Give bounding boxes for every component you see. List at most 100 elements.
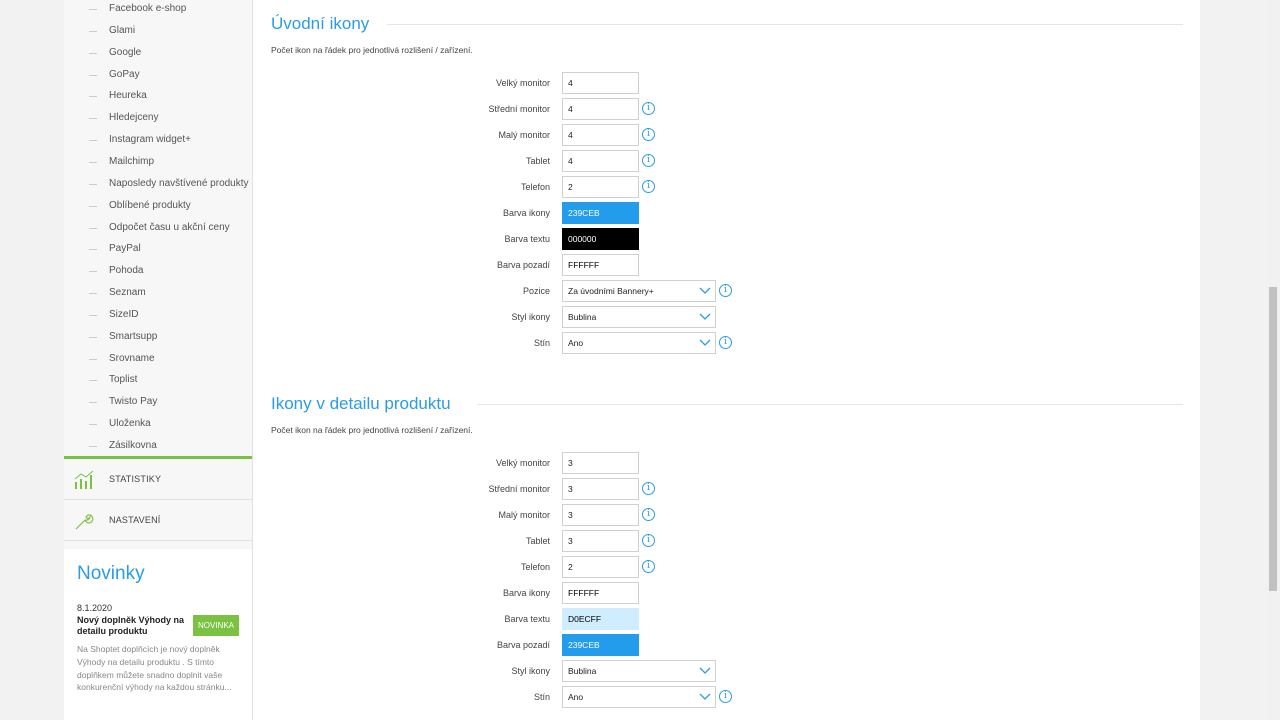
info-icon[interactable]: i [719,284,732,297]
text-input[interactable]: 3 [562,530,639,552]
sidebar-item[interactable]: Pohoda [64,263,252,285]
nav-label: NASTAVENÍ [109,515,161,525]
text-input[interactable]: 3 [562,478,639,500]
text-input[interactable]: 3 [562,504,639,526]
sidebar-item[interactable]: Hledejceny [64,110,252,132]
tree-dash [89,293,97,295]
info-icon[interactable]: i [642,154,655,167]
sidebar-item[interactable]: SizeID [64,307,252,329]
select-field[interactable]: Za úvodními Bannery+ [562,280,716,302]
nav-statistiky[interactable]: STATISTIKY [64,459,252,500]
tree-dash [89,205,97,207]
tree-dash [89,336,97,338]
tree-dash [89,96,97,98]
tree-dash [89,227,97,229]
chevron-down-icon [699,667,711,674]
color-input[interactable]: D0ECFF [562,608,639,630]
news-headline[interactable]: Nový doplněk Výhody na detailu produktu [77,615,187,637]
text-input[interactable]: 4 [562,72,639,94]
sidebar-item[interactable]: Twisto Pay [64,394,252,416]
tree-dash [89,161,97,163]
info-icon[interactable]: i [642,128,655,141]
select-field[interactable]: Ano [562,686,716,708]
info-icon[interactable]: i [719,690,732,703]
color-input[interactable]: 000000 [562,228,639,250]
sidebar-item-label: Instagram widget+ [109,134,191,146]
wrench-icon [75,514,94,530]
info-icon[interactable]: i [642,560,655,573]
field-label: Telefon [520,562,550,572]
sidebar-item-label: Hledejceny [109,112,159,124]
nav-nastaveni[interactable]: NASTAVENÍ [64,500,252,541]
sidebar-item-label: PayPal [109,243,141,255]
chevron-down-icon [699,287,711,294]
text-input[interactable]: 3 [562,452,639,474]
field-label: Barva pozadí [496,640,550,650]
info-icon[interactable]: i [642,508,655,521]
text-input[interactable]: 4 [562,98,639,120]
field-label: Velký monitor [495,458,550,468]
sidebar-item[interactable]: GoPay [64,67,252,89]
section-divider [387,24,1183,25]
tree-dash [89,358,97,360]
tree-dash [89,30,97,32]
sidebar-item-label: Srovname [109,352,155,364]
field-label: Styl ikony [511,312,550,322]
sidebar-item[interactable]: Instagram widget+ [64,132,252,154]
sidebar-item-label: Naposledy navštívené produkty [109,177,249,189]
info-icon[interactable]: i [642,102,655,115]
news-badge: NOVINKA [193,615,239,636]
color-input[interactable]: 239CEB [562,202,639,224]
sidebar-item-label: GoPay [109,68,140,80]
text-input[interactable]: 2 [562,176,639,198]
sidebar-item[interactable]: Facebook e-shop [64,1,252,23]
select-field[interactable]: Ano [562,332,716,354]
sidebar-item[interactable]: Glami [64,23,252,45]
sidebar-item[interactable]: Naposledy navštívené produkty [64,176,252,198]
field-label: Barva ikony [502,208,550,218]
scrollbar-thumb[interactable] [1269,287,1277,591]
field-label: Barva pozadí [496,260,550,270]
sidebar-item[interactable]: Uloženka [64,416,252,438]
field-label: Stín [533,692,550,702]
sidebar-item[interactable]: Oblíbené produkty [64,198,252,220]
chevron-down-icon [699,693,711,700]
news-box: Novinky 8.1.2020 Nový doplněk Výhody na … [64,549,252,720]
sidebar-item[interactable]: PayPal [64,241,252,263]
field-label: Styl ikony [511,666,550,676]
select-field[interactable]: Bublina [562,306,716,328]
sidebar-item[interactable]: Mailchimp [64,154,252,176]
tree-dash [89,446,97,447]
sidebar-item-label: Mailchimp [109,155,155,167]
info-icon[interactable]: i [642,534,655,547]
field-label: Pozice [522,286,550,296]
sidebar-item-label: Odpočet času u akční ceny [109,221,230,233]
sidebar-item[interactable]: Srovname [64,351,252,373]
sidebar-item[interactable]: Odpočet času u akční ceny [64,220,252,242]
info-icon[interactable]: i [642,482,655,495]
section-divider [477,404,1183,405]
select-field[interactable]: Bublina [562,660,716,682]
chevron-down-icon [699,313,711,320]
color-input[interactable]: 239CEB [562,634,639,656]
info-icon[interactable]: i [642,180,655,193]
sidebar-item-label: Uloženka [109,418,151,430]
text-input[interactable]: 4 [562,150,639,172]
news-title: Novinky [77,563,145,584]
scrollbar[interactable] [1266,0,1280,720]
sidebar-item[interactable]: Google [64,45,252,67]
color-input[interactable]: FFFFFF [562,582,639,604]
color-input[interactable]: FFFFFF [562,254,639,276]
sidebar-item[interactable]: Seznam [64,285,252,307]
sidebar-item-label: Smartsupp [109,330,158,342]
sidebar-item-label: Facebook e-shop [109,3,187,14]
select-value: Ano [568,692,584,702]
text-input[interactable]: 4 [562,124,639,146]
info-icon[interactable]: i [719,336,732,349]
text-input[interactable]: 2 [562,556,639,578]
sidebar-item[interactable]: Smartsupp [64,329,252,351]
sidebar-item[interactable]: Toplist [64,372,252,394]
sidebar-item[interactable]: Heureka [64,88,252,110]
tree-dash [89,402,97,404]
section-description: Počet ikon na řádek pro jednotlivá rozli… [271,425,473,435]
